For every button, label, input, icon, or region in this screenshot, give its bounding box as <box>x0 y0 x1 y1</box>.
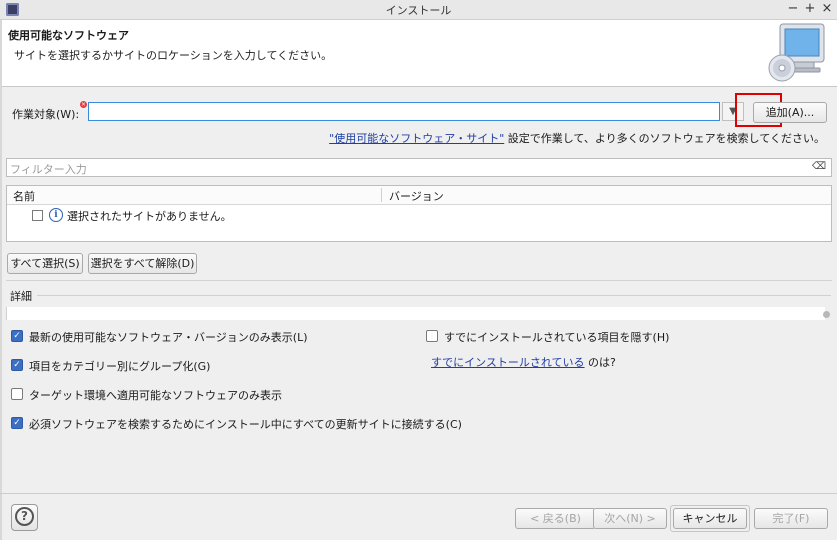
target-env-label: ターゲット環境へ適用可能なソフトウェアのみ表示 <box>29 389 282 402</box>
contact-all-sites-checkbox[interactable]: ✓ <box>11 417 23 429</box>
maximize-button[interactable]: + <box>803 1 817 17</box>
required-error-icon: × <box>80 101 87 108</box>
group-by-category-label: 項目をカテゴリー別にグループ化(G) <box>29 360 211 373</box>
details-group-line <box>37 295 831 296</box>
hide-installed-label: すでにインストールされている項目を隠す(H) <box>444 331 670 344</box>
select-all-button[interactable]: すべて選択(S) <box>7 253 83 274</box>
software-table: 名前 バージョン i 選択されたサイトがありません。 <box>6 185 832 242</box>
page-title: 使用可能なソフトウェア <box>8 29 129 42</box>
already-installed-suffix: のは? <box>584 356 616 369</box>
show-latest-label: 最新の使用可能なソフトウェア・バージョンのみ表示(L) <box>29 331 308 344</box>
target-env-checkbox[interactable] <box>11 388 23 400</box>
group-by-category-checkbox[interactable]: ✓ <box>11 359 23 371</box>
table-row: 選択されたサイトがありません。 <box>67 210 232 223</box>
available-sites-link[interactable]: "使用可能なソフトウェア・サイト" <box>329 132 504 145</box>
work-with-input[interactable] <box>88 102 720 121</box>
filter-input[interactable]: フィルター入力 ⌫ <box>6 158 832 177</box>
table-header: 名前 バージョン <box>7 186 831 205</box>
column-divider[interactable] <box>381 188 382 202</box>
next-button[interactable]: 次へ(N) > <box>593 508 667 529</box>
already-installed-link[interactable]: すでにインストールされている <box>431 356 585 369</box>
column-header-version[interactable]: バージョン <box>389 188 444 204</box>
header-banner: 使用可能なソフトウェア サイトを選択するかサイトのロケーションを入力してください… <box>0 20 837 87</box>
page-description: サイトを選択するかサイトのロケーションを入力してください。 <box>14 49 333 62</box>
details-label: 詳細 <box>10 290 32 303</box>
window-left-border <box>0 20 2 540</box>
clear-filter-icon[interactable]: ⌫ <box>811 161 827 173</box>
work-with-label: 作業対象(W): <box>12 108 80 121</box>
close-button[interactable]: × <box>820 1 834 17</box>
deselect-all-button[interactable]: 選択をすべて解除(D) <box>88 253 197 274</box>
divider <box>6 280 832 281</box>
hide-installed-checkbox[interactable] <box>426 330 438 342</box>
back-button[interactable]: < 戻る(B) <box>515 508 596 529</box>
install-cd-monitor-icon <box>768 23 825 82</box>
help-icon: ? <box>15 507 34 526</box>
available-sites-hint: "使用可能なソフトウェア・サイト" 設定で作業して、より多くのソフトウェアを検索… <box>329 130 825 146</box>
footer-divider <box>0 493 837 494</box>
window-title: インストール <box>385 4 452 17</box>
hint-text: 設定で作業して、より多くのソフトウェアを検索してください。 <box>504 132 825 145</box>
minimize-button[interactable]: − <box>786 1 800 17</box>
add-button[interactable]: 追加(A)... <box>753 102 827 123</box>
help-button[interactable]: ? <box>11 504 38 531</box>
title-bar: インストール − + × <box>0 0 837 20</box>
column-header-name[interactable]: 名前 <box>13 188 35 204</box>
info-icon: i <box>49 208 63 222</box>
already-installed-row: すでにインストールされている のは? <box>431 354 616 370</box>
resize-handle-icon[interactable] <box>823 311 830 318</box>
filter-placeholder: フィルター入力 <box>10 163 87 176</box>
show-latest-checkbox[interactable]: ✓ <box>11 330 23 342</box>
details-text-area[interactable] <box>6 307 825 320</box>
finish-button[interactable]: 完了(F) <box>754 508 828 529</box>
cancel-button[interactable]: キャンセル <box>673 508 747 529</box>
row-checkbox[interactable] <box>32 210 43 221</box>
contact-all-sites-label: 必須ソフトウェアを検索するためにインストール中にすべての更新サイトに接続する(C… <box>29 418 462 431</box>
